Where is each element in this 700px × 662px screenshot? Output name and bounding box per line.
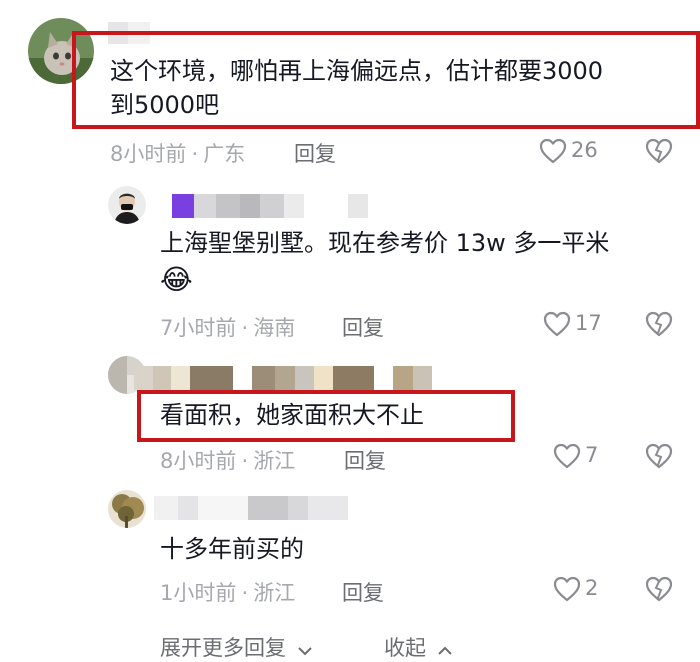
like-count: 7 — [585, 443, 599, 467]
like-count: 17 — [575, 311, 602, 335]
heart-icon[interactable] — [543, 311, 571, 337]
reply-button[interactable]: 回复 — [342, 312, 384, 342]
reply-button[interactable]: 回复 — [342, 577, 384, 607]
location: 广东 — [203, 142, 246, 166]
laughing-emoji: 😂 — [160, 263, 193, 296]
comment-meta: 8小时前 · 浙江 — [160, 445, 295, 475]
like-count: 2 — [585, 576, 599, 600]
dislike-heart-icon[interactable] — [645, 443, 673, 469]
comment-text: 十多年前买的 — [160, 535, 304, 563]
username-mosaic[interactable] — [172, 194, 368, 218]
meta-separator: · — [191, 142, 199, 166]
highlight-box — [72, 31, 700, 129]
comment-meta: 1小时前 · 浙江 — [160, 577, 295, 607]
timestamp: 1小时前 — [160, 581, 237, 605]
dislike-heart-icon[interactable] — [645, 576, 673, 602]
dislike-heart-icon[interactable] — [645, 311, 673, 337]
heart-icon[interactable] — [553, 443, 581, 469]
timestamp: 8小时前 — [110, 142, 187, 166]
expand-label: 展开更多回复 — [160, 636, 286, 660]
chevron-up-icon — [437, 646, 453, 656]
heart-icon[interactable] — [553, 576, 581, 602]
chevron-down-icon — [297, 646, 313, 656]
expand-more-replies[interactable]: 展开更多回复 — [160, 632, 313, 662]
username-mosaic[interactable] — [134, 366, 432, 390]
collapse-label: 收起 — [384, 636, 426, 660]
reply-button[interactable]: 回复 — [344, 445, 386, 475]
reply-button[interactable]: 回复 — [294, 138, 336, 168]
meta-separator: · — [241, 316, 249, 340]
comment-meta: 7小时前 · 海南 — [160, 312, 295, 342]
timestamp: 7小时前 — [160, 316, 237, 340]
comment-text: 上海聖堡别墅。现在参考价 13w 多一平米 — [160, 229, 610, 257]
highlight-box — [137, 390, 515, 442]
collapse-replies[interactable]: 收起 — [384, 632, 453, 662]
meta-separator: · — [241, 449, 249, 473]
heart-icon[interactable] — [539, 138, 567, 164]
meta-separator: · — [241, 581, 249, 605]
avatar-man[interactable] — [108, 186, 146, 224]
location: 浙江 — [253, 449, 296, 473]
like-count: 26 — [571, 138, 598, 162]
dislike-heart-icon[interactable] — [645, 138, 673, 164]
avatar-tree[interactable] — [108, 490, 146, 528]
comment-meta: 8小时前 · 广东 — [110, 138, 245, 168]
location: 海南 — [253, 316, 296, 340]
username-mosaic[interactable] — [154, 496, 348, 520]
timestamp: 8小时前 — [160, 449, 237, 473]
location: 浙江 — [253, 581, 296, 605]
